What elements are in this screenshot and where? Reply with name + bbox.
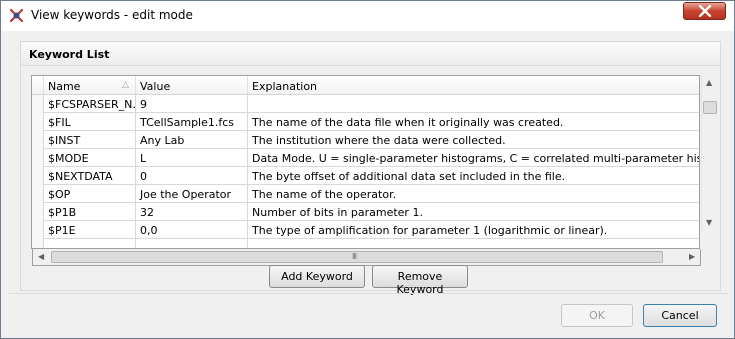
- row-selector[interactable]: [32, 203, 44, 221]
- row-selector-header: [32, 76, 44, 95]
- keyword-list-group: Keyword List Name △ Value Explanation $F…: [20, 41, 721, 291]
- row-selector[interactable]: [32, 221, 44, 239]
- footer-divider: [9, 293, 728, 294]
- remove-keyword-button[interactable]: Remove Keyword: [372, 265, 468, 296]
- cell-value[interactable]: L: [136, 149, 248, 167]
- table-row-partial[interactable]: [32, 239, 699, 248]
- horizontal-scrollbar[interactable]: ◀ III ▶: [32, 249, 701, 266]
- column-header-explanation-label: Explanation: [252, 80, 318, 93]
- cell-explanation: The byte offset of additional data set i…: [252, 170, 566, 183]
- table-row[interactable]: $FIL TCellSample1.fcs The name of the da…: [32, 113, 699, 131]
- scroll-up-icon[interactable]: ▲: [706, 78, 712, 88]
- row-selector[interactable]: [32, 95, 44, 113]
- cell-value[interactable]: 32: [136, 203, 248, 221]
- cell-explanation: The name of the data file when it origin…: [252, 116, 564, 129]
- sort-ascending-icon: △: [122, 80, 129, 90]
- column-header-value-label: Value: [140, 80, 171, 93]
- close-button[interactable]: [683, 2, 726, 20]
- column-header-name[interactable]: Name △: [44, 76, 136, 95]
- table-row[interactable]: $NEXTDATA 0 The byte offset of additiona…: [32, 167, 699, 185]
- vertical-scrollbar[interactable]: ▲ ▼: [701, 76, 718, 231]
- cell-explanation: The institution where the data were coll…: [252, 134, 506, 147]
- row-selector[interactable]: [32, 131, 44, 149]
- cell-name[interactable]: $FCSPARSER_N...: [44, 95, 136, 113]
- cell-value[interactable]: [136, 239, 248, 248]
- cell-explanation: The type of amplification for parameter …: [252, 224, 608, 237]
- cell-name[interactable]: $FIL: [44, 113, 136, 131]
- table-row[interactable]: $P1E 0,0 The type of amplification for p…: [32, 221, 699, 239]
- keyword-list-title: Keyword List: [29, 48, 110, 61]
- title-bar[interactable]: View keywords - edit mode: [1, 1, 734, 31]
- dialog-client-area: Keyword List Name △ Value Explanation $F…: [9, 31, 728, 332]
- column-header-value[interactable]: Value: [136, 76, 248, 95]
- ok-button[interactable]: OK: [561, 304, 633, 327]
- cell-name[interactable]: $INST: [44, 131, 136, 149]
- scroll-grip-icon: III: [352, 252, 357, 261]
- column-header-explanation[interactable]: Explanation: [248, 76, 699, 95]
- row-selector[interactable]: [32, 113, 44, 131]
- cell-name[interactable]: $OP: [44, 185, 136, 203]
- table-row[interactable]: $P1B 32 Number of bits in parameter 1.: [32, 203, 699, 221]
- close-icon: [698, 5, 712, 17]
- cell-name[interactable]: [44, 239, 136, 248]
- cell-explanation: [248, 95, 699, 113]
- cell-value[interactable]: 0,0: [136, 221, 248, 239]
- scroll-right-icon[interactable]: ▶: [689, 252, 695, 262]
- cell-explanation: Data Mode. U = single-parameter histogra…: [252, 152, 699, 165]
- row-selector[interactable]: [32, 239, 44, 248]
- cell-value[interactable]: 0: [136, 167, 248, 185]
- column-header-name-label: Name: [48, 80, 81, 93]
- cell-name[interactable]: $P1E: [44, 221, 136, 239]
- scroll-down-icon[interactable]: ▼: [706, 218, 712, 228]
- cell-value[interactable]: TCellSample1.fcs: [136, 113, 248, 131]
- table-row[interactable]: $MODE L Data Mode. U = single-parameter …: [32, 149, 699, 167]
- cell-name[interactable]: $NEXTDATA: [44, 167, 136, 185]
- cell-value[interactable]: Any Lab: [136, 131, 248, 149]
- row-selector[interactable]: [32, 185, 44, 203]
- cell-explanation: Number of bits in parameter 1.: [252, 206, 423, 219]
- keyword-table[interactable]: Name △ Value Explanation $FCSPARSER_N...: [31, 75, 700, 249]
- table-row[interactable]: $OP Joe the Operator The name of the ope…: [32, 185, 699, 203]
- add-keyword-button[interactable]: Add Keyword: [269, 265, 365, 288]
- row-selector[interactable]: [32, 167, 44, 185]
- vertical-scroll-thumb[interactable]: [703, 101, 717, 114]
- keyword-list-header: Keyword List: [21, 42, 720, 66]
- cell-value[interactable]: 9: [136, 95, 248, 113]
- cancel-button[interactable]: Cancel: [643, 304, 717, 327]
- table-header: Name △ Value Explanation: [32, 76, 699, 95]
- cell-name[interactable]: $P1B: [44, 203, 136, 221]
- horizontal-scroll-thumb[interactable]: III: [51, 251, 663, 263]
- table-row[interactable]: $INST Any Lab The institution where the …: [32, 131, 699, 149]
- dialog-window: View keywords - edit mode Keyword List N…: [0, 0, 735, 339]
- flowjo-app-icon: [8, 7, 25, 24]
- scroll-left-icon[interactable]: ◀: [38, 252, 44, 262]
- cell-value[interactable]: Joe the Operator: [136, 185, 248, 203]
- row-selector[interactable]: [32, 149, 44, 167]
- window-title: View keywords - edit mode: [31, 8, 193, 22]
- cell-explanation: The name of the operator.: [252, 188, 397, 201]
- cell-name[interactable]: $MODE: [44, 149, 136, 167]
- table-row[interactable]: $FCSPARSER_N... 9: [32, 95, 699, 113]
